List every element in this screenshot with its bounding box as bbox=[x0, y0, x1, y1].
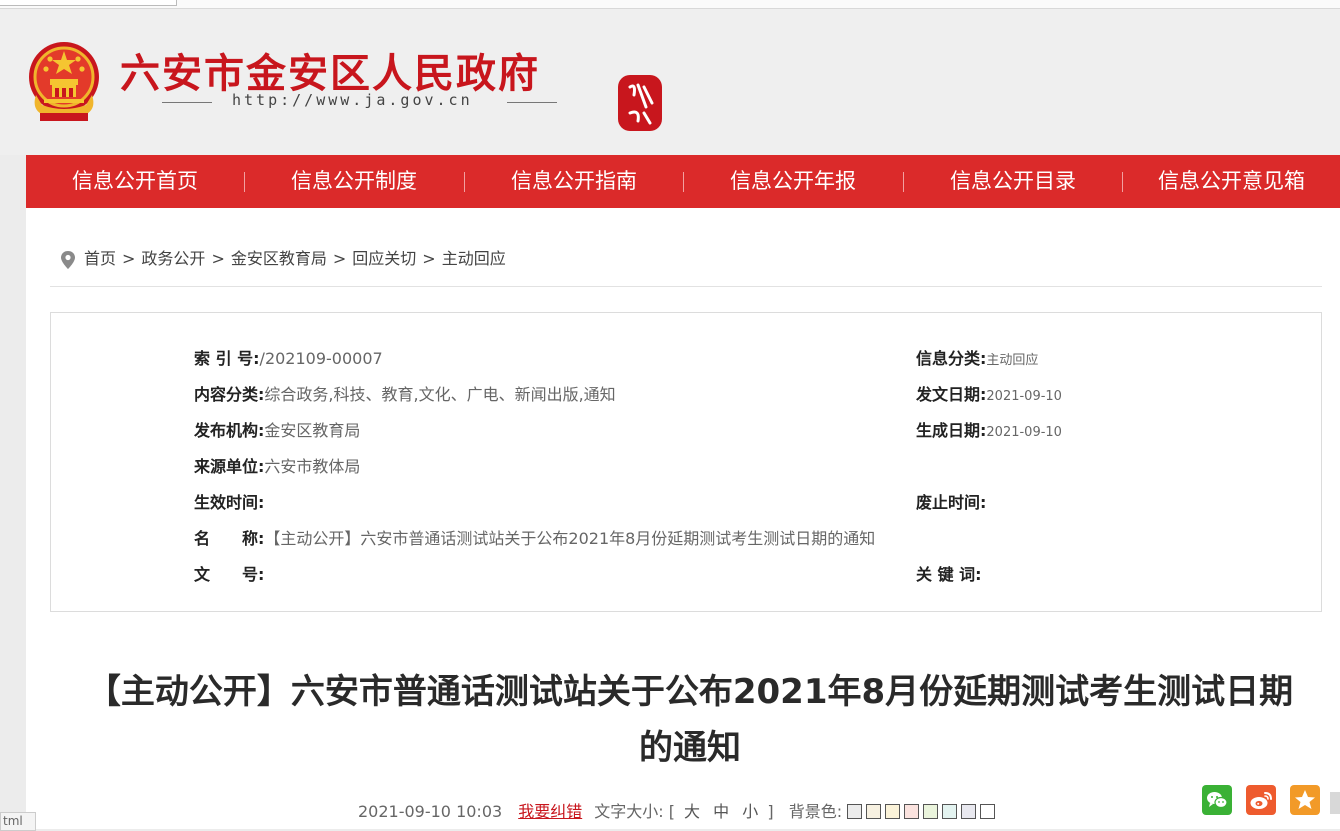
national-emblem-icon bbox=[29, 42, 99, 121]
meta-value: 金安区教育局 bbox=[264, 421, 361, 440]
meta-row-expiry-time: 废止时间: bbox=[916, 489, 987, 512]
nav-item-guide[interactable]: 信息公开指南 bbox=[465, 155, 683, 208]
breadcrumb: 首页 > 政务公开 > 金安区教育局 > 回应关切 > 主动回应 bbox=[58, 245, 506, 269]
font-size-large[interactable]: 大 bbox=[684, 802, 700, 821]
meta-label: 发文日期: bbox=[916, 385, 987, 404]
article-tools: 2021-09-10 10:03 我要纠错 文字大小: [ 大 中 小 ] 背景色: bbox=[358, 798, 999, 822]
meta-row-info-category: 信息分类:主动回应 bbox=[916, 345, 1039, 368]
meta-value: 2021-09-10 bbox=[986, 425, 1062, 440]
article-title-line2: 的通知 bbox=[639, 728, 741, 768]
article-title: 【主动公开】六安市普通话测试站关于公布2021年8月份延期测试考生测试日期 的通… bbox=[40, 664, 1340, 776]
breadcrumb-separator: > bbox=[211, 249, 225, 268]
bg-swatch[interactable] bbox=[980, 804, 996, 819]
breadcrumb-separator: > bbox=[122, 249, 136, 268]
meta-label: 废止时间: bbox=[916, 493, 987, 512]
favorite-icon[interactable] bbox=[1290, 785, 1320, 815]
site-url: http://www.ja.gov.cn bbox=[232, 91, 473, 109]
meta-label: 关 键 词: bbox=[916, 565, 982, 584]
url-dash-left bbox=[162, 102, 212, 103]
meta-row-publisher: 发布机构:金安区教育局 bbox=[194, 417, 361, 440]
bg-swatch[interactable] bbox=[847, 804, 863, 819]
font-size-medium[interactable]: 中 bbox=[713, 802, 729, 821]
meta-value: 2021-09-10 bbox=[986, 389, 1062, 404]
meta-label: 信息分类: bbox=[916, 349, 987, 368]
bg-swatch[interactable] bbox=[904, 804, 920, 819]
url-dash-right bbox=[507, 102, 557, 103]
meta-value: 综合政务,科技、教育,文化、广电、新闻出版,通知 bbox=[264, 385, 616, 404]
font-size-label: 文字大小: bbox=[594, 802, 664, 821]
breadcrumb-response-concerns[interactable]: 回应关切 bbox=[352, 249, 416, 268]
meta-row-effective-time: 生效时间: bbox=[194, 489, 265, 512]
location-pin-icon bbox=[61, 250, 75, 269]
meta-value: /202109-00007 bbox=[259, 349, 383, 368]
breadcrumb-separator: > bbox=[332, 249, 347, 268]
meta-row-index: 索 引 号:/202109-00007 bbox=[194, 345, 383, 368]
bg-swatch[interactable] bbox=[923, 804, 939, 819]
china-seal-icon bbox=[618, 75, 662, 131]
nav-item-home[interactable]: 信息公开首页 bbox=[26, 155, 244, 208]
browser-top-strip bbox=[0, 0, 1340, 9]
breadcrumb-gov-affairs[interactable]: 政务公开 bbox=[141, 249, 205, 268]
nav-item-catalog[interactable]: 信息公开目录 bbox=[904, 155, 1122, 208]
wechat-icon[interactable] bbox=[1202, 785, 1232, 815]
breadcrumb-home[interactable]: 首页 bbox=[84, 249, 116, 268]
meta-row-name: 名 称:【主动公开】六安市普通话测试站关于公布2021年8月份延期测试考生测试日… bbox=[194, 525, 876, 548]
meta-label: 生成日期: bbox=[916, 421, 987, 440]
site-header: 六安市金安区人民政府 http://www.ja.gov.cn bbox=[0, 9, 1340, 155]
breadcrumb-active-response[interactable]: 主动回应 bbox=[442, 249, 506, 268]
meta-row-issue-date: 发文日期:2021-09-10 bbox=[916, 381, 1062, 404]
meta-label: 索 引 号: bbox=[194, 349, 260, 368]
font-size-bracket-open: [ bbox=[668, 802, 675, 821]
bg-swatch[interactable] bbox=[885, 804, 901, 819]
meta-label: 发布机构: bbox=[194, 421, 265, 440]
bg-color-label: 背景色: bbox=[788, 802, 843, 821]
font-size-bracket-close: ] bbox=[767, 802, 774, 821]
nav-item-annual-report[interactable]: 信息公开年报 bbox=[684, 155, 902, 208]
site-url-line: http://www.ja.gov.cn bbox=[162, 91, 557, 113]
meta-row-content-category: 内容分类:综合政务,科技、教育,文化、广电、新闻出版,通知 bbox=[194, 381, 616, 404]
nav-item-feedback[interactable]: 信息公开意见箱 bbox=[1123, 155, 1340, 208]
meta-row-source: 来源单位:六安市教体局 bbox=[194, 453, 361, 476]
meta-label: 内容分类: bbox=[194, 385, 265, 404]
breadcrumb-separator: > bbox=[422, 249, 436, 268]
meta-value: 主动回应 bbox=[986, 353, 1039, 368]
meta-value: 【主动公开】六安市普通话测试站关于公布2021年8月份延期测试考生测试日期的通知 bbox=[264, 529, 876, 548]
publish-datetime: 2021-09-10 10:03 bbox=[358, 802, 503, 821]
nav-item-system[interactable]: 信息公开制度 bbox=[245, 155, 463, 208]
meta-row-keywords: 关 键 词: bbox=[916, 561, 982, 584]
meta-value: 六安市教体局 bbox=[264, 457, 361, 476]
meta-label: 名 称: bbox=[194, 529, 265, 548]
browser-tab[interactable] bbox=[0, 0, 177, 6]
bg-swatch[interactable] bbox=[961, 804, 977, 819]
meta-label: 来源单位: bbox=[194, 457, 265, 476]
bg-swatch[interactable] bbox=[942, 804, 958, 819]
article-title-line1: 【主动公开】六安市普通话测试站关于公布2021年8月份延期测试考生测试日期 bbox=[86, 672, 1294, 712]
meta-row-generate-date: 生成日期:2021-09-10 bbox=[916, 417, 1062, 440]
scrollbar-thumb[interactable] bbox=[1330, 792, 1340, 814]
info-meta-box: 索 引 号:/202109-00007 内容分类:综合政务,科技、教育,文化、广… bbox=[50, 312, 1322, 612]
bg-swatch[interactable] bbox=[866, 804, 882, 819]
breadcrumb-education-bureau[interactable]: 金安区教育局 bbox=[231, 249, 327, 268]
report-error-link[interactable]: 我要纠错 bbox=[518, 802, 582, 821]
weibo-icon[interactable] bbox=[1246, 785, 1276, 815]
font-size-small[interactable]: 小 bbox=[742, 802, 758, 821]
breadcrumb-divider bbox=[50, 286, 1322, 287]
meta-row-doc-number: 文 号: bbox=[194, 561, 265, 584]
status-bar: tml bbox=[0, 812, 36, 831]
meta-label: 文 号: bbox=[194, 565, 265, 584]
meta-label: 生效时间: bbox=[194, 493, 265, 512]
main-nav: 信息公开首页 信息公开制度 信息公开指南 信息公开年报 信息公开目录 信息公开意… bbox=[26, 155, 1340, 208]
